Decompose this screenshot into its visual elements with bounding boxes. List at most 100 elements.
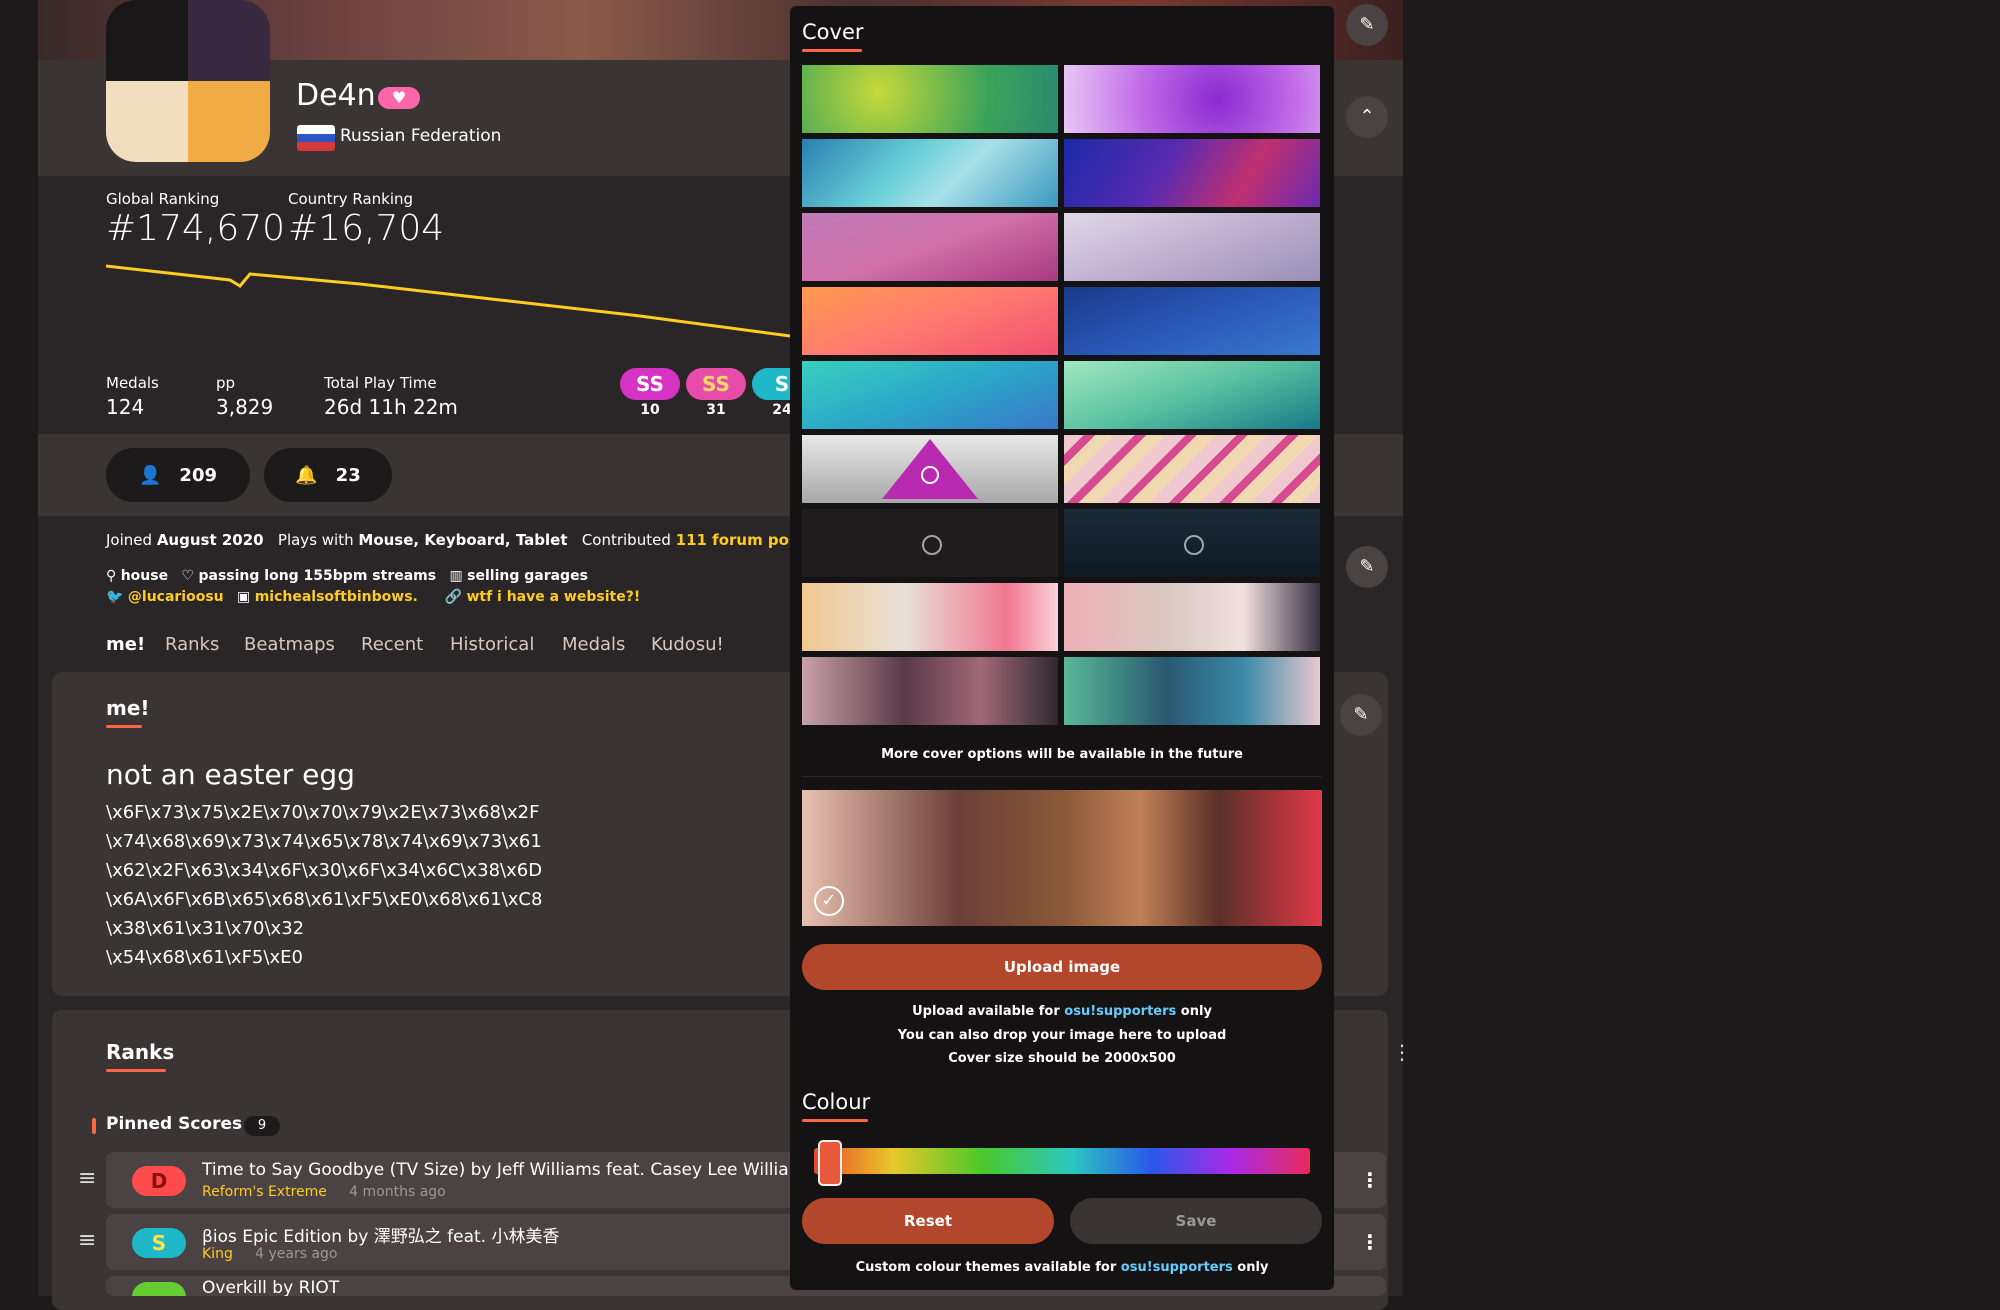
country-name[interactable]: Russian Federation bbox=[340, 126, 501, 146]
cover-navy-waves[interactable] bbox=[1064, 287, 1320, 355]
building-icon: ▥ bbox=[449, 568, 463, 584]
russia-flag-icon[interactable] bbox=[297, 125, 335, 151]
followers-count: 209 bbox=[179, 464, 217, 486]
colour-hue-slider[interactable] bbox=[814, 1148, 1310, 1174]
selected-check-icon: ✓ bbox=[814, 886, 844, 916]
supporter-heart-icon[interactable]: ♥ bbox=[378, 87, 420, 109]
location-icon: ⚲ bbox=[106, 568, 117, 584]
followers-button[interactable]: 👤 209 bbox=[106, 448, 250, 502]
cover-green-watercolor[interactable] bbox=[802, 65, 1058, 133]
drag-handle-icon[interactable]: ≡ bbox=[78, 1228, 96, 1253]
tab-ranks[interactable]: Ranks bbox=[165, 634, 219, 655]
cover-triangle-logo[interactable] bbox=[802, 435, 1058, 503]
me-heading-underline bbox=[106, 725, 142, 728]
score-menu-icon[interactable]: ⋮ bbox=[1360, 1168, 1380, 1192]
colour-slider-handle[interactable] bbox=[818, 1140, 842, 1186]
cover-purple-watercolor[interactable] bbox=[1064, 65, 1320, 133]
cover-dark-lines[interactable] bbox=[1064, 509, 1320, 577]
profile-extras-line: ⚲ house ♡ passing long 155bpm streams ▥ … bbox=[106, 568, 588, 584]
tab-medals[interactable]: Medals bbox=[562, 634, 625, 655]
playtime-value: 26d 11h 22m bbox=[324, 395, 458, 419]
current-cover-preview[interactable]: ✓ bbox=[802, 790, 1322, 926]
score-title[interactable]: Time to Say Goodbye (TV Size) by Jeff Wi… bbox=[202, 1160, 814, 1180]
cover-anime-art-1[interactable] bbox=[802, 583, 1058, 651]
future-covers-note: More cover options will be available in … bbox=[881, 747, 1243, 762]
collapse-header-button[interactable]: ⌃ bbox=[1346, 96, 1388, 138]
upload-image-button[interactable]: Upload image bbox=[802, 944, 1322, 990]
ranks-options-icon[interactable]: ⋮ bbox=[1392, 1040, 1412, 1064]
colour-supporter-note: Custom colour themes available for osu!s… bbox=[802, 1260, 1322, 1275]
me-line-1: \x6F\x73\x75\x2E\x70\x70\x79\x2E\x73\x68… bbox=[106, 802, 540, 823]
pinned-marker bbox=[92, 1118, 96, 1134]
cover-size-note: Cover size should be 2000x500 bbox=[948, 1051, 1176, 1066]
osu-logo-icon bbox=[1184, 535, 1204, 555]
tab-beatmaps[interactable]: Beatmaps bbox=[244, 634, 335, 655]
mapping-subscribers-button[interactable]: 🔔 23 bbox=[264, 448, 392, 502]
cover-diagonal-stripes[interactable] bbox=[1064, 435, 1320, 503]
grade-ss-badge: SS bbox=[686, 368, 746, 400]
rank-history-graph[interactable] bbox=[100, 260, 800, 340]
avatar[interactable] bbox=[106, 0, 270, 162]
cover-heading: Cover bbox=[802, 20, 864, 44]
edit-me-button[interactable]: ✎ bbox=[1340, 694, 1382, 736]
pinned-scores-label[interactable]: Pinned Scores bbox=[106, 1114, 242, 1134]
grade-d-badge: D bbox=[132, 1166, 186, 1196]
discord-link[interactable]: michealsoftbinbows. bbox=[255, 589, 418, 605]
osu-logo-icon bbox=[922, 535, 942, 555]
twitter-link[interactable]: @lucarioosu bbox=[128, 589, 224, 605]
playtime-label: Total Play Time bbox=[324, 374, 437, 392]
tab-historical[interactable]: Historical bbox=[450, 634, 534, 655]
user-icon: 👤 bbox=[139, 464, 162, 486]
cover-anime-art-3[interactable] bbox=[802, 657, 1058, 725]
medals-label: Medals bbox=[106, 374, 159, 392]
cover-dark-circuit[interactable] bbox=[802, 509, 1058, 577]
supporter-link[interactable]: osu!supporters bbox=[1121, 1260, 1233, 1275]
ranks-section-heading: Ranks bbox=[106, 1040, 175, 1064]
supporter-link[interactable]: osu!supporters bbox=[1064, 1004, 1176, 1019]
colour-heading: Colour bbox=[802, 1090, 871, 1114]
cover-pink-waves[interactable] bbox=[802, 213, 1058, 281]
score-difficulty[interactable]: Reform's Extreme bbox=[202, 1184, 327, 1200]
cover-teal-polygons[interactable] bbox=[802, 139, 1058, 207]
tab-recent[interactable]: Recent bbox=[361, 634, 423, 655]
me-line-6: \x54\x68\x61\xF5\xE0 bbox=[106, 947, 303, 968]
reset-button[interactable]: Reset bbox=[802, 1198, 1054, 1244]
edit-details-button[interactable]: ✎ bbox=[1346, 546, 1388, 588]
grade-counts: SS 10 SS 31 S 24 bbox=[620, 368, 790, 424]
website-link[interactable]: wtf i have a website?! bbox=[466, 589, 640, 605]
score-title[interactable]: Overkill by RIOT bbox=[202, 1278, 339, 1296]
panel-divider bbox=[802, 776, 1322, 777]
country-ranking-value: #16,704 bbox=[288, 208, 445, 249]
score-menu-icon[interactable]: ⋮ bbox=[1360, 1230, 1380, 1254]
score-age: 4 months ago bbox=[349, 1184, 446, 1200]
cover-anime-art-4[interactable] bbox=[1064, 657, 1320, 725]
score-difficulty[interactable]: King bbox=[202, 1246, 233, 1262]
cover-mint-waves[interactable] bbox=[1064, 361, 1320, 429]
tab-me[interactable]: me! bbox=[106, 634, 145, 655]
me-title: not an easter egg bbox=[106, 758, 355, 791]
cover-anime-art-2[interactable] bbox=[1064, 583, 1320, 651]
rank-history-line bbox=[105, 264, 791, 338]
pp-value: 3,829 bbox=[216, 395, 274, 419]
pp-label: pp bbox=[216, 374, 236, 392]
occupation-text: selling garages bbox=[467, 568, 588, 584]
drag-handle-icon[interactable]: ≡ bbox=[78, 1166, 96, 1191]
score-title[interactable]: βios Epic Edition by 澤野弘之 feat. 小林美香 bbox=[202, 1222, 559, 1247]
grade-s-badge: S bbox=[132, 1228, 186, 1258]
upload-note-prefix: Upload available for bbox=[912, 1004, 1060, 1019]
pinned-count-badge: 9 bbox=[244, 1116, 280, 1136]
cover-teal-waves[interactable] bbox=[802, 361, 1058, 429]
score-age: 4 years ago bbox=[255, 1246, 338, 1262]
tab-kudosu[interactable]: Kudosu! bbox=[651, 634, 724, 655]
cover-selector-panel: Cover More cover options will be availab… bbox=[790, 6, 1334, 1290]
save-button[interactable]: Save bbox=[1070, 1198, 1322, 1244]
cover-orange-waves[interactable] bbox=[802, 287, 1058, 355]
me-line-2: \x74\x68\x69\x73\x74\x65\x78\x74\x69\x73… bbox=[106, 831, 542, 852]
cover-blue-magenta-stripes[interactable] bbox=[1064, 139, 1320, 207]
global-ranking-label: Global Ranking bbox=[106, 190, 220, 208]
twitter-icon: 🐦 bbox=[106, 589, 124, 605]
cover-lavender-waves[interactable] bbox=[1064, 213, 1320, 281]
profile-details-line: Joined August 2020 Plays with Mouse, Key… bbox=[106, 531, 839, 549]
edit-cover-button[interactable]: ✎ bbox=[1346, 4, 1388, 46]
score-meta: Reform's Extreme 4 months ago bbox=[202, 1184, 446, 1200]
